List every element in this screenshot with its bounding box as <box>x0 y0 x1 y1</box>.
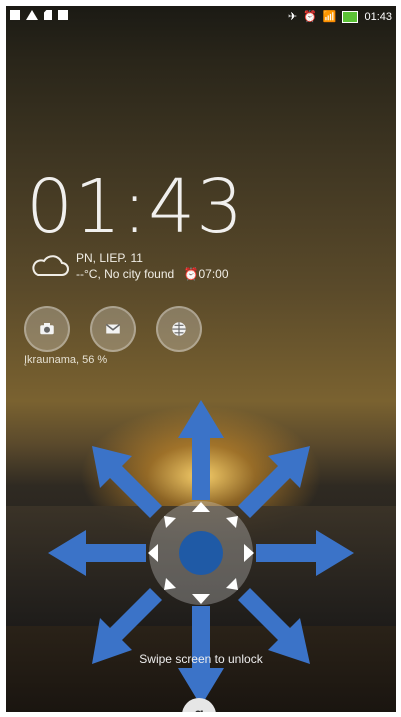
unlock-control[interactable]: Swipe screen to unlock g <box>6 6 396 712</box>
unlock-arrow-up-left <box>92 446 162 518</box>
unlock-arrow-left <box>48 530 146 576</box>
device-frame: ✈ ⏰ 📶 01:43 01:43 PN, LIEP. 11 --°C, No … <box>0 0 401 717</box>
unlock-arrow-right <box>256 530 354 576</box>
unlock-arrow-up-right <box>238 446 310 518</box>
unlock-arrows <box>48 400 354 706</box>
unlock-arrow-up <box>178 400 224 500</box>
unlock-hint: Swipe screen to unlock <box>139 652 263 666</box>
unlock-center <box>179 531 223 575</box>
lock-screen: ✈ ⏰ 📶 01:43 01:43 PN, LIEP. 11 --°C, No … <box>6 6 396 712</box>
